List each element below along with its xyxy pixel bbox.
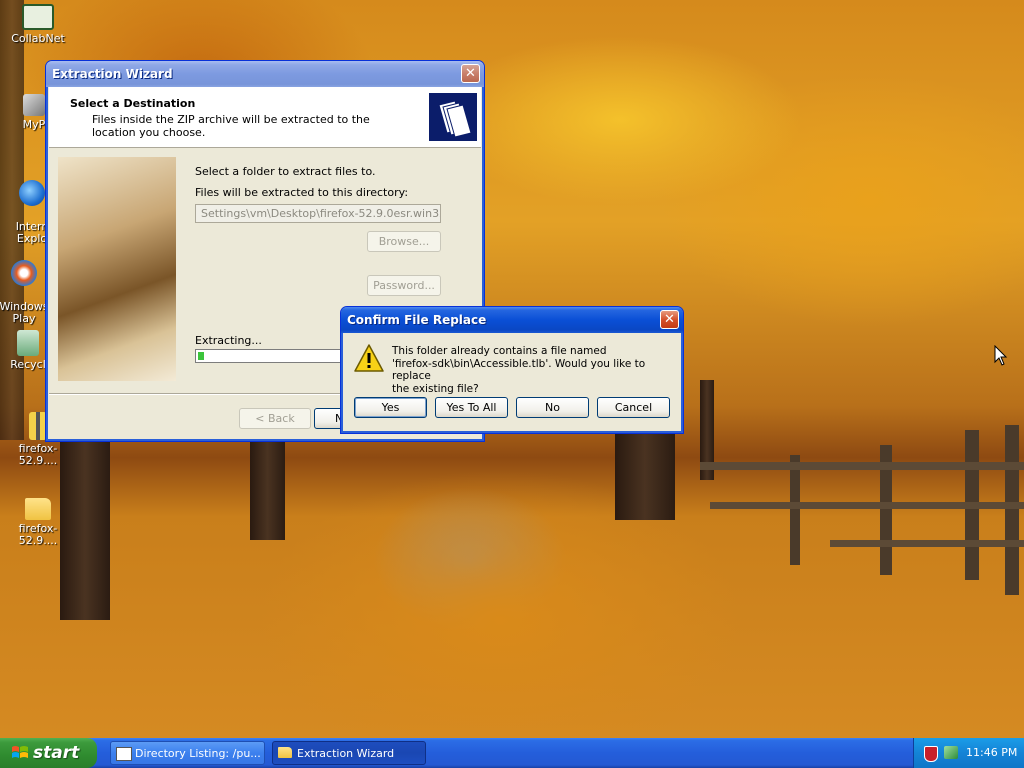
wizard-header: Select a Destination Files inside the ZI…	[49, 87, 481, 148]
desktop-icon-label: Intern Explo	[15, 220, 49, 245]
wizard-subheading: Files inside the ZIP archive will be ext…	[92, 113, 370, 139]
taskbar-item-label: Extraction Wizard	[297, 747, 395, 760]
wizard-side-image	[58, 157, 176, 381]
desktop-icon-label: CollabNet	[11, 32, 65, 45]
confirm-message-line: the existing file?	[392, 382, 479, 395]
desktop-icon-firefox-folder[interactable]: firefox-52.9....	[0, 498, 76, 547]
extraction-progress-fill	[198, 352, 204, 360]
wizard-heading: Select a Destination	[70, 97, 196, 110]
close-icon: ✕	[664, 312, 675, 327]
password-button[interactable]: Password...	[367, 275, 441, 296]
start-button[interactable]: start	[0, 738, 97, 768]
cancel-button[interactable]: Cancel	[597, 397, 670, 418]
clock[interactable]: 11:46 PM	[966, 746, 1017, 759]
taskbar-item-extraction-wizard[interactable]: Extraction Wizard	[272, 741, 426, 765]
destination-path-field[interactable]: Settings\vm\Desktop\firefox-52.9.0esr.wi…	[195, 204, 441, 223]
wizard-dir-label: Files will be extracted to this director…	[195, 186, 409, 199]
folder-icon	[278, 747, 292, 758]
extraction-progress-bar	[195, 349, 345, 363]
windows-logo-icon	[12, 746, 28, 758]
fence-post	[790, 455, 800, 565]
desktop-icon-label: Recycl	[10, 358, 46, 371]
network-icon[interactable]	[944, 746, 958, 759]
taskbar: start Directory Listing: /pu... Extracti…	[0, 738, 1024, 768]
fence-post	[1005, 425, 1019, 595]
wizard-folders-icon	[429, 93, 477, 141]
yes-to-all-button[interactable]: Yes To All	[435, 397, 508, 418]
confirm-message: This folder already contains a file name…	[392, 345, 683, 395]
browse-button[interactable]: Browse...	[367, 231, 441, 252]
folder-icon	[25, 498, 51, 520]
desktop-icon-collabnet[interactable]: CollabNet	[0, 4, 76, 45]
extracting-label: Extracting...	[195, 334, 262, 347]
mouse-cursor-icon	[994, 345, 1008, 366]
desktop-icon-label: MyP	[22, 118, 46, 131]
close-icon: ✕	[465, 66, 476, 81]
confirm-title: Confirm File Replace	[347, 313, 487, 327]
desktop-icon-label: firefox-52.9....	[18, 442, 58, 467]
media-player-icon	[11, 260, 37, 286]
browser-icon	[116, 747, 132, 761]
desktop-icon-label: firefox-52.9....	[18, 522, 58, 547]
recycle-bin-icon	[17, 330, 39, 356]
desktop-icon-label: Windows Play	[0, 300, 49, 325]
back-button[interactable]: < Back	[239, 408, 311, 429]
start-label: start	[33, 743, 80, 763]
wizard-titlebar[interactable]: Extraction Wizard ✕	[46, 61, 484, 87]
internet-explorer-icon	[19, 180, 45, 206]
tree-trunk	[250, 430, 285, 540]
taskbar-item-directory-listing[interactable]: Directory Listing: /pu...	[110, 741, 265, 765]
no-button[interactable]: No	[516, 397, 589, 418]
collabnet-icon	[22, 4, 54, 30]
yes-button[interactable]: Yes	[354, 397, 427, 418]
confirm-message-line: 'firefox-sdk\bin\Accessible.tlb'. Would …	[392, 357, 646, 383]
system-tray: 11:46 PM	[913, 738, 1024, 768]
wizard-instruction: Select a folder to extract files to.	[195, 165, 376, 178]
confirm-message-line: This folder already contains a file name…	[392, 345, 607, 357]
wizard-close-button[interactable]: ✕	[461, 64, 480, 83]
taskbar-item-label: Directory Listing: /pu...	[135, 747, 261, 760]
confirm-titlebar[interactable]: Confirm File Replace ✕	[341, 307, 683, 333]
my-computer-icon	[23, 94, 45, 116]
confirm-file-replace-dialog: Confirm File Replace ✕ This folder alrea…	[340, 306, 684, 434]
fence-rail	[700, 462, 1024, 470]
confirm-close-button[interactable]: ✕	[660, 310, 679, 329]
security-shield-icon[interactable]	[924, 746, 938, 762]
wizard-title: Extraction Wizard	[52, 67, 173, 81]
fence-rail	[830, 540, 1024, 547]
warning-icon	[354, 344, 384, 372]
fence-rail	[710, 502, 1024, 509]
